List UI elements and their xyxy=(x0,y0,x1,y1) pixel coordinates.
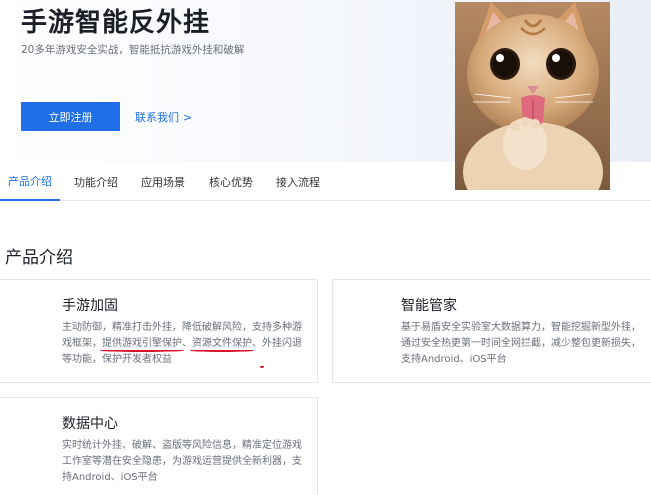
tab-scenarios[interactable]: 应用场景 xyxy=(133,163,193,201)
card-title: 手游加固 xyxy=(62,298,118,314)
card-title: 数据中心 xyxy=(62,416,118,432)
desc-text: ，保护开发者权益 xyxy=(92,354,172,365)
highlight-resource-protection: 资源文件保护 xyxy=(190,338,254,352)
red-underline-annotation xyxy=(190,349,254,352)
tab-bar: 产品介绍 功能介绍 应用场景 核心优势 接入流程 xyxy=(0,163,651,201)
red-underline-annotation xyxy=(260,365,264,368)
cat-photo xyxy=(455,2,610,190)
register-button[interactable]: 立即注册 xyxy=(21,102,120,131)
card-data-center[interactable]: 数据中心 实时统计外挂、破解、盗版等风险信息，精准定位游戏工作室等潜在安全隐患，… xyxy=(0,397,318,495)
contact-us-label: 联系我们 xyxy=(135,111,179,124)
contact-us-link[interactable]: 联系我们 > xyxy=(135,109,192,125)
tab-product-intro[interactable]: 产品介绍 xyxy=(0,163,60,201)
separator: 、 xyxy=(182,338,192,349)
tab-integration[interactable]: 接入流程 xyxy=(268,163,328,201)
card-description: 基于易盾安全实验室大数据算力，智能挖掘新型外挂，通过安全热更第一时间全网拦截，减… xyxy=(401,322,641,365)
card-mobile-hardening[interactable]: 手游加固 主动防御，精准打击外挂，降低破解风险，支持多种游戏框架，提供游戏引擎保… xyxy=(0,279,318,383)
card-description: 实时统计外挂、破解、盗版等风险信息，精准定位游戏工作室等潜在安全隐患，为游戏运营… xyxy=(62,440,302,483)
highlight-text: 资源文件保护 xyxy=(192,338,252,349)
card-smart-manager[interactable]: 智能管家 基于易盾安全实验室大数据算力，智能挖掘新型外挂，通过安全热更第一时间全… xyxy=(332,279,651,383)
hero-title: 手游智能反外挂 xyxy=(21,8,211,38)
highlight-text: 提供游戏引擎保护 xyxy=(102,338,182,349)
hero-subtitle: 20多年游戏安全实战，智能抵抗游戏外挂和破解 xyxy=(21,44,245,56)
red-underline-annotation xyxy=(100,349,184,352)
page: 手游智能反外挂 20多年游戏安全实战，智能抵抗游戏外挂和破解 立即注册 联系我们… xyxy=(0,0,651,495)
separator: 、 xyxy=(252,338,262,349)
chevron-right-icon: > xyxy=(183,111,193,124)
tab-features[interactable]: 功能介绍 xyxy=(66,163,126,201)
highlight-engine-protection: 提供游戏引擎保护 xyxy=(100,338,184,352)
section-title: 产品介绍 xyxy=(5,248,73,268)
card-description: 主动防御，精准打击外挂，降低破解风险，支持多种游戏框架，提供游戏引擎保护 、资源文… xyxy=(62,320,307,368)
card-title: 智能管家 xyxy=(401,298,457,314)
tab-advantages[interactable]: 核心优势 xyxy=(201,163,261,201)
